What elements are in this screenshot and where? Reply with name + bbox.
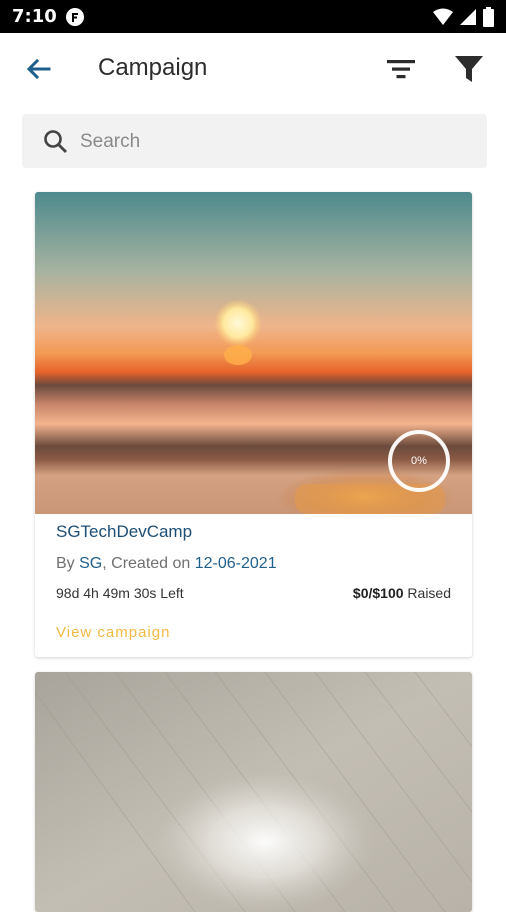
campaign-title[interactable]: SGTechDevCamp [56, 522, 192, 542]
back-button[interactable] [22, 53, 54, 85]
campaign-card[interactable]: 0% SGTechDevCamp By SG, Created on 12-06… [35, 192, 472, 657]
sort-button[interactable] [384, 53, 418, 85]
by-prefix: By [56, 555, 80, 572]
author-link[interactable]: SG [79, 555, 102, 572]
arrow-left-icon [26, 58, 51, 80]
raised-status: $0/$100 Raised [353, 585, 451, 601]
sort-lines-icon [387, 60, 415, 79]
raised-label: Raised [403, 585, 451, 601]
campaign-byline: By SG, Created on 12-06-2021 [56, 555, 277, 573]
funnel-icon [455, 56, 483, 82]
created-date: 12-06-2021 [194, 555, 277, 572]
cloud-app-icon [65, 7, 84, 26]
progress-label: 0% [411, 455, 427, 467]
status-time: 7:10 [12, 6, 57, 27]
signal-icon [460, 8, 476, 25]
page-title: Campaign [98, 54, 208, 81]
status-right [433, 6, 494, 27]
status-left: 7:10 [12, 6, 85, 27]
campaign-image [35, 672, 472, 912]
search-icon [44, 130, 67, 153]
raised-amount: $0/$100 [352, 585, 404, 601]
filter-button[interactable] [452, 52, 486, 86]
wifi-icon [433, 8, 453, 25]
search-input[interactable] [78, 114, 462, 170]
time-left: 98d 4h 49m 30s Left [56, 585, 184, 601]
battery-icon [483, 6, 494, 27]
created-prefix: , Created on [102, 555, 195, 572]
status-bar: 7:10 [0, 0, 506, 33]
search-bar [22, 114, 487, 170]
app-bar: Campaign [0, 33, 506, 103]
campaign-card[interactable] [35, 672, 472, 912]
view-campaign-link[interactable]: View campaign [56, 624, 170, 641]
